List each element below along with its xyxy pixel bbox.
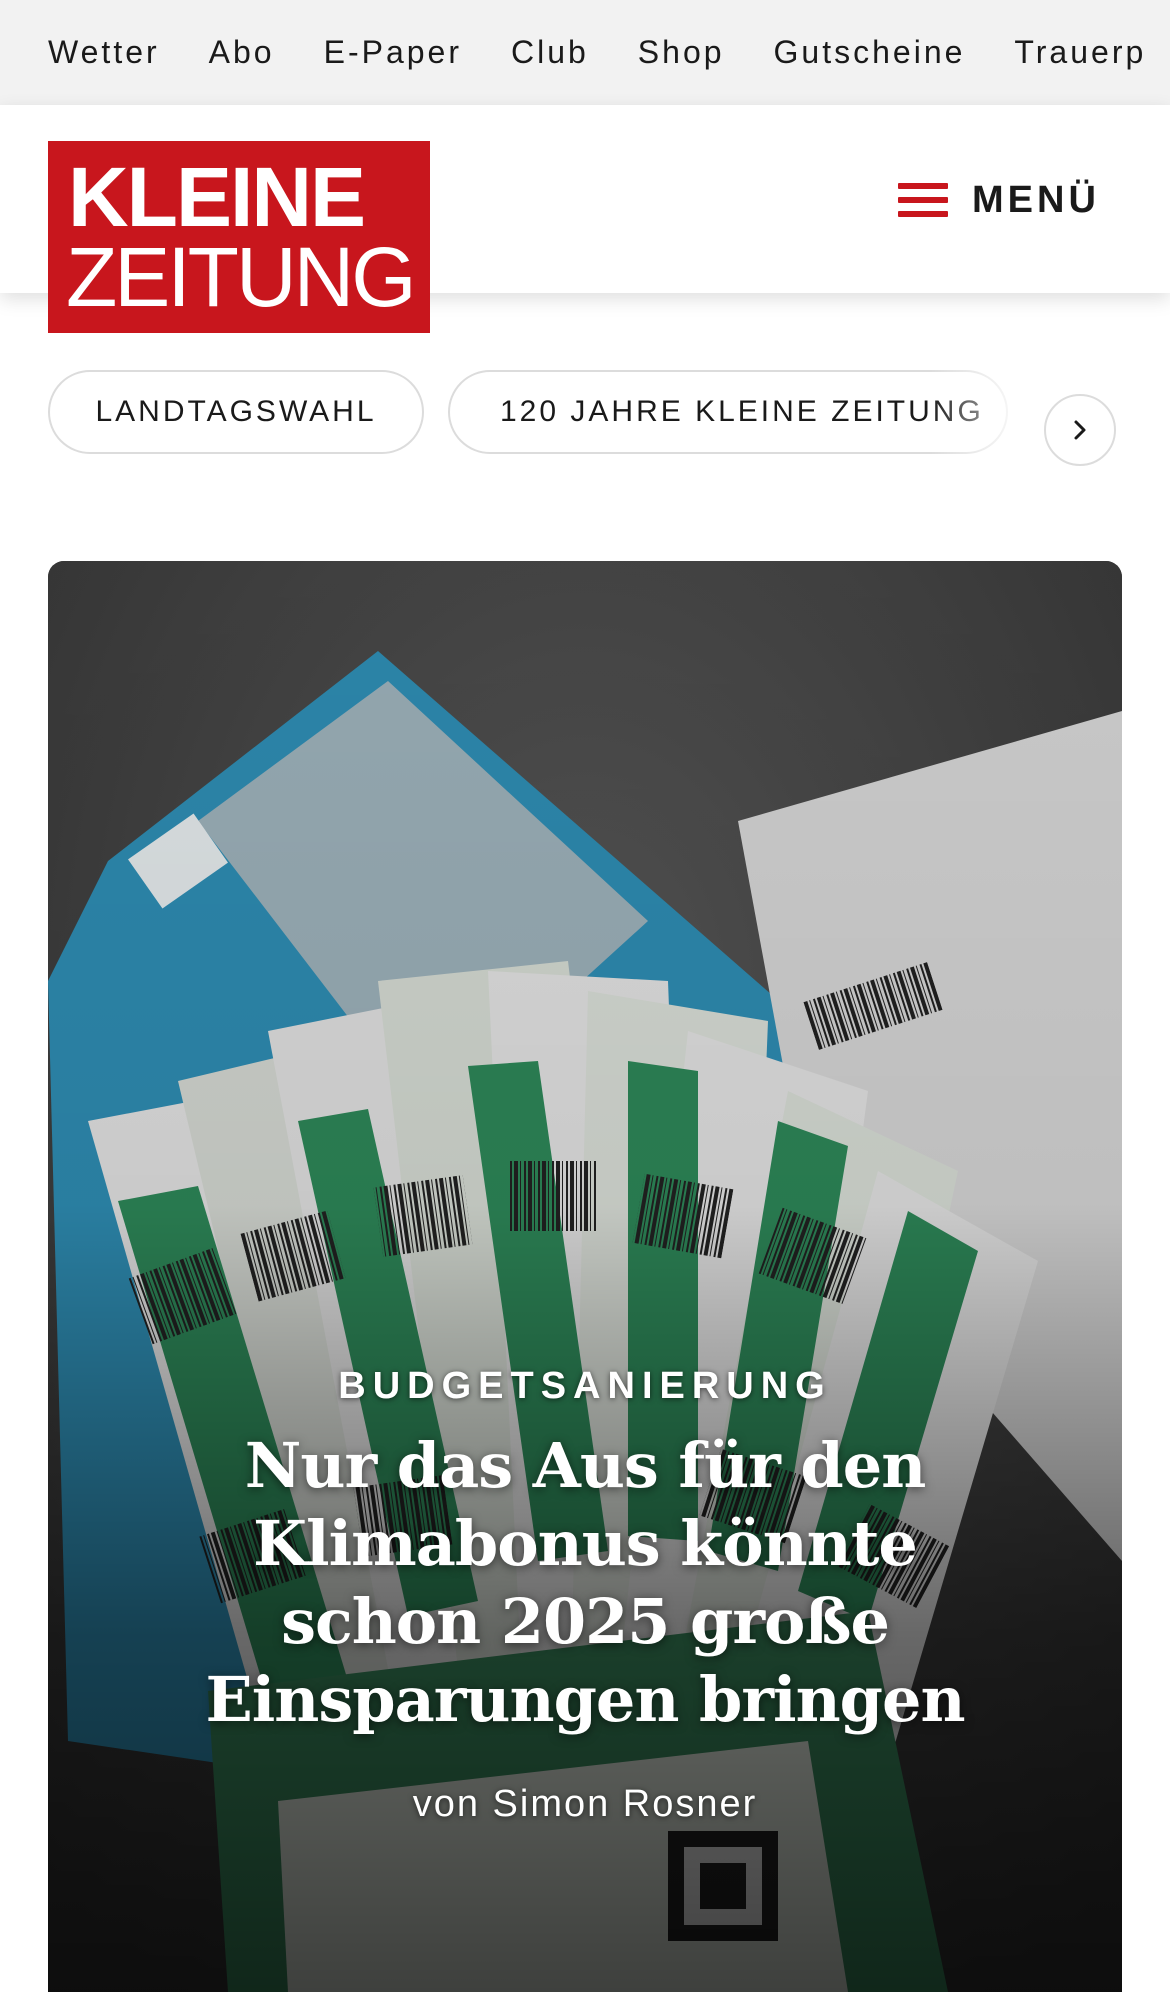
hero-kicker: BUDGETSANIERUNG bbox=[338, 1365, 832, 1407]
utility-link-gutscheine[interactable]: Gutscheine bbox=[774, 34, 966, 71]
logo-text-bottom: ZEITUNG bbox=[66, 230, 417, 324]
utility-link-epaper[interactable]: E-Paper bbox=[324, 34, 462, 71]
hamburger-icon bbox=[898, 181, 948, 219]
chip-120-jahre[interactable]: 120 JAHRE KLEINE ZEITUNG bbox=[448, 370, 1008, 454]
utility-nav: Wetter Abo E-Paper Club Shop Gutscheine … bbox=[48, 0, 1170, 105]
menu-label: MENÜ bbox=[972, 178, 1100, 221]
logo-text-top: KLEINE bbox=[68, 150, 366, 244]
utility-bar: Wetter Abo E-Paper Club Shop Gutscheine … bbox=[0, 0, 1170, 105]
chips-next-button[interactable] bbox=[1044, 394, 1116, 466]
utility-link-abo[interactable]: Abo bbox=[209, 34, 275, 71]
site-header: KLEINE ZEITUNG MENÜ bbox=[0, 105, 1170, 333]
utility-link-club[interactable]: Club bbox=[511, 34, 589, 71]
utility-link-trauerportal[interactable]: Trauerp bbox=[1014, 34, 1146, 71]
utility-link-shop[interactable]: Shop bbox=[638, 34, 725, 71]
hero-headline[interactable]: Nur das Aus für den Klimabonus könnte sc… bbox=[185, 1427, 985, 1739]
topic-chips: LANDTAGSWAHL 120 JAHRE KLEINE ZEITUNG bbox=[0, 368, 1170, 460]
hero-text-block: BUDGETSANIERUNG Nur das Aus für den Klim… bbox=[48, 1361, 1122, 1827]
hero-author: von Simon Rosner bbox=[412, 1783, 758, 1825]
hero-article[interactable]: BUDGETSANIERUNG Nur das Aus für den Klim… bbox=[48, 561, 1122, 1992]
chip-landtagswahl[interactable]: LANDTAGSWAHL bbox=[48, 370, 424, 454]
menu-button[interactable]: MENÜ bbox=[898, 165, 1100, 235]
site-logo[interactable]: KLEINE ZEITUNG bbox=[48, 141, 430, 333]
utility-link-wetter[interactable]: Wetter bbox=[48, 34, 160, 71]
chevron-right-icon bbox=[1074, 420, 1086, 440]
